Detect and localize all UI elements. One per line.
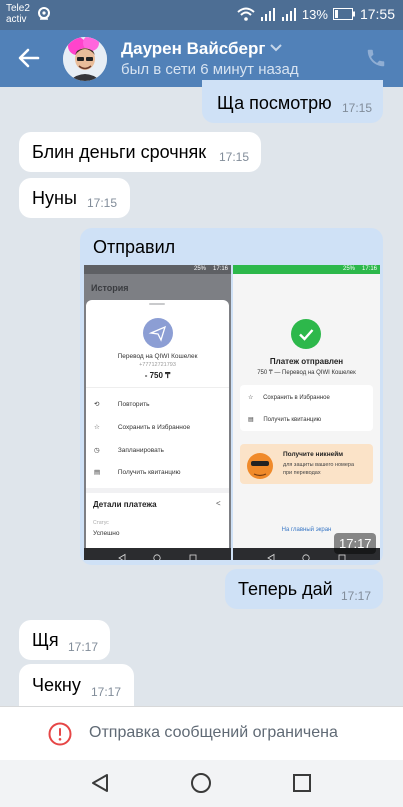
message-text: Щя: [32, 630, 59, 650]
carrier: Tele2 activ: [6, 3, 30, 25]
status-value: Успешно: [93, 530, 120, 537]
star-icon: ☆: [94, 424, 100, 431]
message-text: Теперь дай: [238, 579, 333, 599]
location-pin-icon: [38, 7, 50, 20]
section-divider: [86, 488, 229, 493]
status-bar: Tele2 activ 13% 17:55: [0, 0, 403, 30]
back-arrow-icon[interactable]: [18, 47, 40, 69]
menu-label: Повторить: [117, 401, 150, 408]
receipt-icon: ▤: [94, 469, 101, 476]
attachment-status-bar: 25% 17:16: [84, 265, 231, 274]
status-time: 17:55: [359, 6, 395, 22]
receipt-icon: ▤: [248, 417, 254, 423]
menu-item-save[interactable]: ☆ Сохранить в Избранное: [248, 394, 330, 401]
message-bubble-outgoing[interactable]: Теперь дай 17:17: [225, 569, 383, 609]
details-title: Детали платежа: [93, 500, 157, 509]
message-time: 17:17: [91, 685, 122, 699]
promo-character-illustration: [247, 453, 273, 479]
repeat-icon: ⟲: [94, 401, 100, 408]
message-text: Блин деньги срочняк: [32, 142, 207, 162]
payment-title: Платеж отправлен: [269, 357, 344, 366]
attachment-status-batt: 25%: [343, 266, 356, 272]
menu-label: Получить квитанцию: [117, 469, 181, 476]
paper-plane-icon: [143, 318, 173, 348]
battery-percent: 13%: [301, 6, 328, 22]
star-icon: ☆: [248, 395, 254, 401]
attachment-title: История: [91, 283, 129, 293]
menu-label: Запланировать: [117, 447, 164, 454]
message-bubble-incoming[interactable]: Щя 17:17: [19, 620, 110, 660]
message-time-overlay: 17:17: [334, 533, 376, 554]
back-triangle-icon[interactable]: [89, 772, 111, 794]
vk-chat-screen: Tele2 activ 13% 17:55 Даурен Вайсберг бы…: [0, 0, 403, 807]
menu-label: Сохранить в Избранное: [117, 424, 191, 431]
message-bubble-incoming[interactable]: Блин деньги срочняк 17:15: [19, 132, 261, 172]
avatar-illustration: [63, 37, 107, 81]
system-nav-bar: [0, 760, 403, 807]
attachment-screenshot-qiwi-history[interactable]: 25% 17:16 История Перевод на QIWI Кошеле…: [84, 265, 231, 560]
message-bubble-with-attachments[interactable]: Отправил 25% 17:16 История Перевод на QI…: [80, 228, 383, 565]
restriction-text: Отправка сообщений ограничена: [89, 724, 338, 741]
menu-item-receipt[interactable]: ▤ Получить квитанцию: [248, 416, 321, 423]
message-text: Отправил: [93, 237, 176, 257]
menu-label: Сохранить в Избранное: [263, 395, 330, 401]
chevron-down-icon[interactable]: [270, 44, 282, 52]
menu-label: Получить квитанцию: [263, 417, 322, 423]
message-text: Чекну: [32, 675, 81, 695]
attachment-status-time: 17:16: [213, 266, 229, 272]
carrier-line2: activ: [6, 14, 27, 25]
message-bubble-outgoing[interactable]: Ща посмотрю 17:15: [202, 80, 383, 123]
clock-icon: ◷: [94, 447, 100, 454]
message-text: Ща посмотрю: [217, 93, 332, 113]
wifi-icon: [237, 7, 255, 21]
message-time: 17:15: [342, 101, 373, 115]
menu-item-schedule[interactable]: ◷ Запланировать: [94, 446, 164, 454]
menu-item-repeat[interactable]: ⟲ Повторить: [94, 400, 150, 408]
messaging-restricted-bar: Отправка сообщений ограничена: [0, 706, 403, 760]
signal-icon: [260, 8, 275, 21]
message-time: 17:15: [87, 196, 118, 210]
message-bubble-incoming[interactable]: Чекну 17:17: [19, 664, 134, 706]
attachment-status-bar: 25% 17:16: [233, 265, 380, 274]
signal-icon-2: [281, 8, 296, 21]
attachment-status-time: 17:16: [362, 266, 378, 272]
promo-title: Получите никнейм: [283, 451, 344, 458]
promo-line1: для защиты вашего номера: [283, 462, 355, 468]
avatar[interactable]: [63, 37, 107, 81]
attachment-nav-bar: [84, 548, 231, 560]
nickname-promo-banner[interactable]: Получите никнейм для защиты вашего номер…: [240, 444, 373, 484]
home-circle-icon[interactable]: [190, 772, 212, 794]
share-icon: <: [216, 499, 221, 508]
contact-name[interactable]: Даурен Вайсберг: [121, 39, 265, 59]
attachment-status-batt: 25%: [194, 266, 207, 272]
message-time: 17:17: [339, 536, 372, 551]
message-bubble-incoming[interactable]: Нуны 17:15: [19, 178, 130, 218]
success-check-icon: [291, 319, 321, 349]
recents-square-icon[interactable]: [291, 772, 313, 794]
transfer-phone: +77712721793: [139, 362, 176, 368]
status-label: Статус: [93, 520, 109, 526]
transfer-title: Перевод на QIWI Кошелек: [117, 353, 198, 360]
divider: [86, 387, 229, 388]
transfer-amount: - 750 ₸: [144, 371, 171, 380]
phone-icon[interactable]: [365, 47, 387, 69]
exclamation-circle-icon: [48, 722, 72, 746]
attachment-screenshot-payment-sent[interactable]: 25% 17:16 Платеж отправлен 750 ₸ — Перев…: [233, 265, 380, 560]
message-time: 17:15: [219, 150, 250, 164]
sheet-handle: [149, 303, 165, 305]
menu-item-receipt[interactable]: ▤ Получить квитанцию: [94, 468, 180, 476]
carrier-line1: Tele2: [6, 3, 30, 14]
chat-header: Даурен Вайсберг был в сети 6 минут назад: [0, 30, 403, 87]
message-time: 17:17: [341, 589, 372, 603]
battery-icon: [332, 8, 355, 20]
last-seen-status: был в сети 6 минут назад: [121, 61, 299, 78]
attachment-sheet: Перевод на QIWI Кошелек +77712721793 - 7…: [86, 300, 229, 548]
promo-line2: при переводах: [283, 470, 321, 476]
menu-item-save[interactable]: ☆ Сохранить в Избранное: [94, 423, 190, 431]
message-time: 17:17: [68, 640, 99, 654]
message-text: Нуны: [32, 188, 77, 208]
actions-card: ☆ Сохранить в Избранное ▤ Получить квита…: [240, 385, 373, 431]
payment-subtitle: 750 ₸ — Перевод на QIWI Кошелек: [257, 370, 356, 376]
status-icons: 13% 17:55: [237, 6, 395, 22]
